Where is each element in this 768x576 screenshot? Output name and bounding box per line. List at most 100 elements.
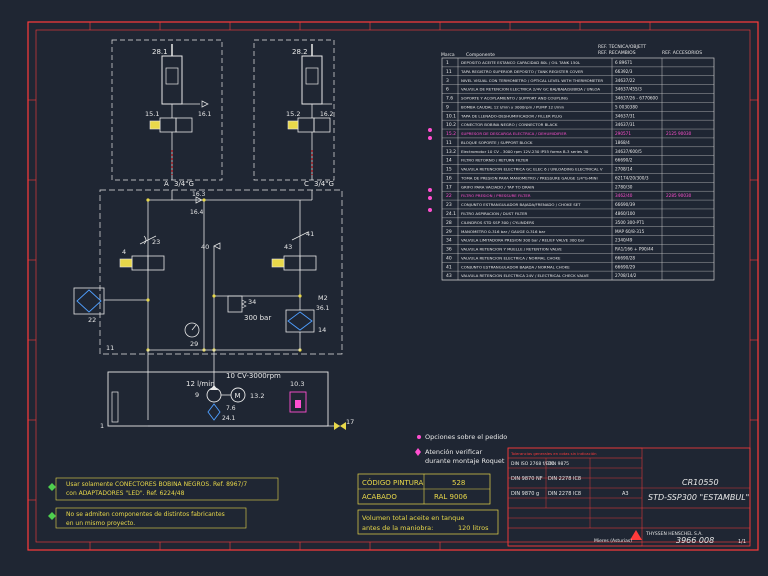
note-verify: Atención verificar (425, 448, 483, 456)
model-label: CR10550 (682, 478, 719, 487)
title-block: Tolerancias generales en cotas sin indic… (507, 447, 751, 547)
table-cell-id: 9 (446, 104, 449, 110)
table-cell-ref: 290571 (615, 131, 631, 136)
table-cell-id: 10.2 (446, 122, 456, 128)
cylinder-left-label: 28.1 (152, 48, 168, 56)
paint-code-label: CÓDIGO PINTURA (362, 478, 424, 487)
relief-valve-icon (227, 295, 243, 313)
table-cell-ref: RA1/166 + P90/44 (615, 247, 654, 252)
filter-22-label: 22 (88, 316, 96, 324)
table-cell-desc: CONECTOR BOBINA NEGRO / CONNECTOR BLACK (461, 122, 558, 127)
oil-value: 120 litros (458, 524, 489, 532)
table-cell-desc: VALVULA DE RETENCION ELECTRICA 2/4V GC B… (461, 87, 600, 92)
std-label-2: DIN 9870 NF (511, 476, 543, 482)
drain-tap-icon (334, 422, 340, 430)
table-cell-ref: 66690/39 (615, 202, 635, 207)
check-left-label: 16.1 (198, 111, 212, 118)
table-cell-id: 10.1 (446, 113, 456, 119)
cylinder-right-label: 28.2 (292, 48, 308, 56)
table-cell-ref: 66690/29 (615, 264, 635, 269)
valve-43-label: 43 (284, 243, 292, 251)
table-cell-desc: TOMA DE PRESION PARA MANOMETRO / PRESSUR… (460, 175, 598, 180)
table-cell-id: 1 (446, 60, 449, 66)
table-cell-id: 11 (446, 140, 452, 146)
solenoid-right-icon (287, 120, 299, 130)
table-cell-desc: DEPOSITO ACEITE ESTANCO CAPACIDAD 80L / … (461, 60, 581, 65)
label-24-1: 24.1 (222, 415, 236, 422)
table-cell-id: 14 (446, 158, 452, 164)
table-cell-id: 24.1 (446, 211, 456, 217)
note-verify-2: durante montaje Roquet (425, 457, 505, 465)
relief-pressure-label: 300 bar (244, 314, 271, 322)
table-cell-acc: 2285 90030 (666, 193, 692, 198)
junction-dots (146, 198, 302, 352)
filter-14-label: 14 (318, 326, 326, 334)
oil-line2: antes de la maniobra: (362, 524, 433, 532)
table-cell-ref: 2708/14/2 (615, 273, 637, 278)
table-cell-desc: CONJUNTO ESTRANGULADOR BAJADA / NORMAL C… (461, 264, 570, 269)
table-cell-desc: Electromotor 10 CV - 3000 rpm 12V-230 IP… (461, 149, 589, 154)
cylinder-right-body (301, 55, 323, 105)
option-markers (428, 128, 432, 212)
table-cell-id: 11 (446, 69, 452, 75)
table-cell-desc: BOMBA CAUDAL 12 l/min y 3000rpm / PUMP 1… (461, 104, 565, 109)
table-cell-desc: FILTRO PRESION / PRESSURE FILTER (461, 193, 531, 198)
table-cell-ref: 3462/40 (615, 193, 633, 198)
filter-22-icon (76, 289, 102, 313)
std-label-6: DIN 2278 IC8 (548, 491, 581, 497)
table-cell-id: 22 (446, 193, 452, 199)
table-cell-ref: 66690/2 (615, 158, 633, 163)
table-cell-id: 6 (446, 87, 449, 93)
motor-m-label: M (235, 392, 241, 400)
relief-34-label: 34 (248, 298, 256, 306)
suction-filter-icon (207, 403, 221, 421)
col-componente: Componente (466, 52, 495, 58)
inner-frame (35, 29, 751, 543)
table-cell-id: 15 (446, 167, 452, 173)
table-cell-ref: 34637/22 (615, 78, 635, 83)
throttle-41-label: 41 (306, 230, 314, 238)
filter-14-icon (285, 309, 315, 333)
company-location: Mieres (Asturias) (594, 538, 632, 544)
table-cell-desc: TAPA REGISTRO SUPERIOR DEPOSITO / TANK R… (460, 69, 583, 74)
drawing-number: 3966 008 (676, 536, 714, 545)
solenoid-left-icon (149, 120, 161, 130)
table-cell-id: 17 (446, 184, 452, 190)
sheet-number: 1/1 (738, 539, 746, 545)
verify-marker (415, 448, 421, 456)
parts-table: REF. TECNICA/OBJETT REF. RECAMBIOS REF. … (441, 44, 715, 281)
node-16-3: 16.3 (192, 191, 206, 198)
valve-4-label: 4 (122, 248, 126, 256)
m2-label: M2 (318, 294, 328, 302)
table-cell-desc: SOPORTE Y ACOPLAMIENTO / SUPPORT AND COU… (461, 96, 568, 101)
table-cell-id: 7.6 (446, 96, 453, 102)
table-cell-ref: 5 0030380 (615, 104, 638, 109)
valve-right-label: 15.2 (286, 110, 300, 118)
table-cell-ref: 3500 300-PT1 (615, 220, 645, 225)
port-c-size: 3/4"G (314, 180, 334, 188)
note2-line2: en un mismo proyecto. (66, 520, 135, 527)
cylinder-left-block (111, 39, 223, 181)
title-note-top: Tolerancias generales en cotas sin indic… (510, 451, 597, 456)
paint-finish-label: ACABADO (362, 493, 397, 501)
table-cell-id: 16 (446, 175, 452, 181)
col-marca: Marca (441, 52, 455, 58)
table-cell-desc: TAPA DE LLENADO-DESHUMIFICADOR / FILLER … (460, 113, 562, 118)
table-cell-desc: MANOMETRO 0-316 bar / GAUGE 0-316 bar (461, 229, 546, 234)
pump-icon (206, 387, 222, 403)
port-a-label: A (164, 180, 169, 188)
table-cell-id: 34 (446, 238, 452, 244)
table-cell-desc: NIVEL VISUAL CON TERMOMETRO / OPTICAL LE… (461, 78, 603, 83)
node-16-4: 16.4 (190, 209, 204, 216)
label-1: 1 (100, 422, 104, 430)
table-cell-ref: MAP 60/8-315 (615, 229, 645, 234)
header-ref-tecnica: REF. TECNICA/OBJETT (598, 44, 646, 50)
throttle-23-label: 23 (152, 238, 160, 246)
table-cell-id: 43 (446, 273, 452, 279)
table-cell-id: 23 (446, 202, 452, 208)
note-optional: Opciones sobre el pedido (425, 433, 507, 441)
table-cell-desc: FILTRO RETORNO / RETURN FILTER (461, 158, 529, 163)
valve-left-label: 15.1 (145, 110, 159, 118)
gauge-29-label: 29 (190, 340, 198, 348)
filter-22-box (73, 287, 105, 315)
